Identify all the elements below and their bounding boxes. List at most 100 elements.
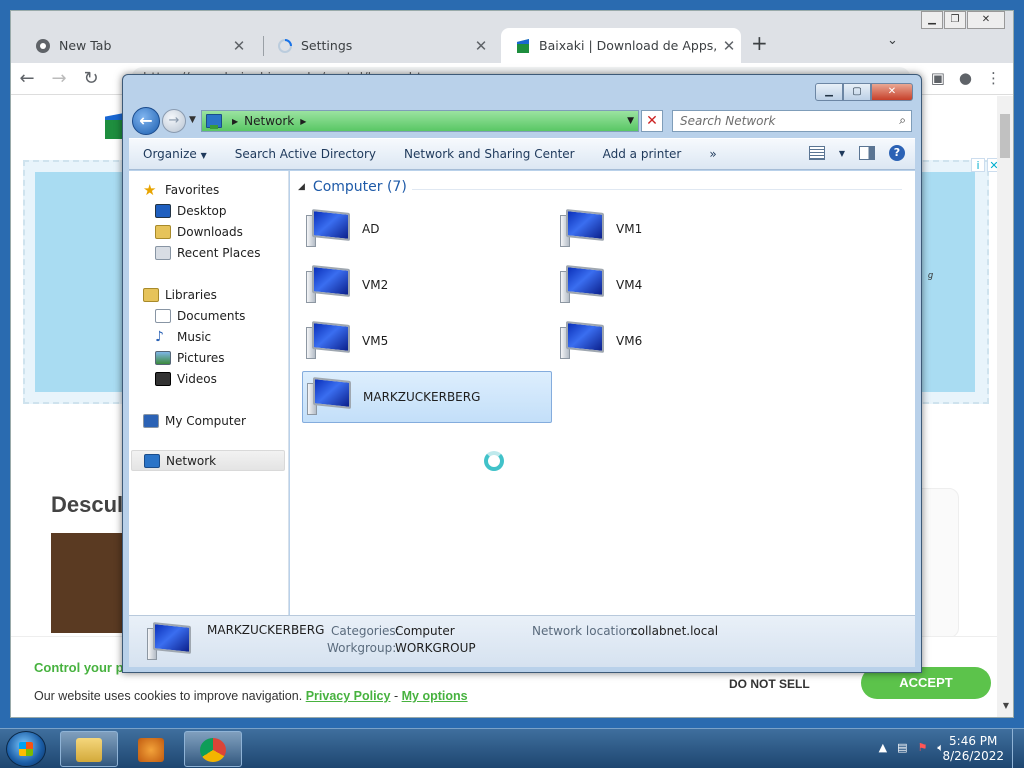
computer-icon (560, 265, 608, 305)
organize-button[interactable]: Organize ▼ (129, 147, 221, 161)
group-header-computer[interactable]: ◢ Computer (7) (298, 179, 407, 195)
nav-desktop[interactable]: Desktop (155, 204, 227, 218)
tab-close-icon[interactable]: ✕ (471, 37, 491, 55)
add-printer-button[interactable]: Add a printer (589, 147, 696, 161)
clock-date: 8/26/2022 (942, 749, 1004, 763)
taskbar-media-player[interactable] (122, 731, 180, 767)
computer-icon (306, 321, 354, 361)
breadcrumb-arrow-icon[interactable]: ▶ (300, 117, 306, 126)
my-options-link[interactable]: My options (402, 689, 468, 703)
stop-button[interactable]: ✕ (641, 110, 663, 132)
nav-pictures[interactable]: Pictures (155, 351, 225, 365)
taskbar-explorer[interactable] (60, 731, 118, 767)
tab-baixaki[interactable]: Baixaki | Download de Apps, Prog ✕ (501, 28, 741, 63)
folder-icon (76, 738, 102, 762)
new-tab-button[interactable]: + (751, 31, 768, 55)
change-view-icon[interactable] (808, 146, 825, 160)
computer-icon (147, 622, 195, 662)
forward-button[interactable]: → (162, 109, 186, 133)
action-center-flag-icon[interactable]: ⚑ (918, 741, 928, 755)
do-not-sell-button[interactable]: DO NOT SELL (729, 677, 810, 691)
computer-name: VM4 (616, 278, 643, 292)
nav-label: Network (166, 453, 217, 468)
search-active-directory-button[interactable]: Search Active Directory (221, 147, 390, 161)
nav-favorites[interactable]: ★ Favorites (143, 183, 219, 198)
search-placeholder: Search Network (680, 114, 776, 128)
tab-close-icon[interactable]: ✕ (719, 37, 739, 55)
search-icon[interactable]: ⌕ (899, 113, 906, 128)
computer-item[interactable]: VM6 (556, 315, 806, 367)
tab-settings[interactable]: Settings ✕ (263, 28, 499, 63)
nav-label: Downloads (177, 225, 243, 239)
address-bar[interactable]: ▶ Network ▶ ▼ (201, 110, 639, 132)
scrollbar-thumb[interactable] (1000, 114, 1010, 158)
computer-item[interactable]: VM4 (556, 259, 806, 311)
computer-icon (306, 209, 354, 249)
computer-item[interactable]: VM5 (302, 315, 552, 367)
minimize-button[interactable]: ▁ (921, 11, 943, 29)
computer-icon (560, 209, 608, 249)
computer-item-selected[interactable]: MARKZUCKERBERG (302, 371, 552, 423)
organize-label: Organize (143, 147, 197, 161)
nav-music[interactable]: ♪ Music (155, 330, 211, 344)
maximize-button[interactable]: ▢ (843, 83, 871, 101)
taskbar-chrome[interactable] (184, 731, 242, 767)
privacy-policy-link[interactable]: Privacy Policy (306, 689, 391, 703)
ad-info-icon[interactable]: i (971, 158, 985, 172)
show-desktop-button[interactable] (1012, 729, 1024, 768)
nav-label: Videos (177, 372, 217, 386)
computer-icon (560, 321, 608, 361)
back-arrow-icon[interactable]: ← (11, 68, 43, 89)
network-icon (206, 114, 222, 129)
breadcrumb-network[interactable]: Network (244, 114, 294, 128)
loading-spinner-icon (278, 38, 292, 53)
nav-downloads[interactable]: Downloads (155, 225, 243, 239)
view-chevron-icon[interactable]: ▼ (839, 149, 845, 158)
toolbar-icons: ▣ ● ⋮ (931, 69, 1001, 87)
scroll-down-arrow-icon[interactable]: ▼ (1003, 701, 1009, 710)
restore-button[interactable]: ❐ (944, 11, 966, 29)
network-tray-icon[interactable]: ▤ (897, 741, 907, 755)
network-sharing-center-button[interactable]: Network and Sharing Center (390, 147, 589, 161)
computer-name: VM6 (616, 334, 643, 348)
nav-network[interactable]: Network (131, 450, 285, 471)
chevron-down-icon: ▼ (200, 151, 207, 160)
close-button[interactable]: ✕ (871, 83, 913, 101)
page-scrollbar[interactable] (997, 96, 1013, 717)
computer-item[interactable]: VM2 (302, 259, 552, 311)
nav-videos[interactable]: Videos (155, 372, 217, 386)
show-hidden-icons-icon[interactable]: ▲ (879, 741, 887, 755)
address-dropdown-icon[interactable]: ▼ (627, 116, 634, 126)
workgroup-label: Workgroup: (327, 641, 397, 655)
help-icon[interactable]: ? (889, 145, 905, 161)
nav-documents[interactable]: Documents (155, 309, 245, 323)
menu-icon[interactable]: ⋮ (986, 69, 1001, 87)
nav-libraries[interactable]: Libraries (143, 288, 217, 302)
nav-recent-places[interactable]: Recent Places (155, 246, 260, 260)
start-button[interactable] (6, 731, 46, 767)
tab-new-tab[interactable]: New Tab ✕ (21, 28, 261, 63)
back-button[interactable]: ← (132, 107, 160, 135)
computer-item[interactable]: AD (302, 203, 552, 255)
computer-item[interactable]: VM1 (556, 203, 806, 255)
reload-icon[interactable]: ↻ (75, 68, 107, 89)
recent-pages-chevron-icon[interactable]: ▼ (189, 115, 196, 125)
profile-icon[interactable]: ● (959, 69, 972, 87)
collapse-triangle-icon[interactable]: ◢ (298, 182, 305, 192)
videos-icon (155, 372, 171, 386)
more-commands-button[interactable]: » (695, 147, 730, 161)
breadcrumb-arrow-icon[interactable]: ▶ (232, 117, 238, 126)
tab-search-chevron-icon[interactable]: ⌄ (887, 33, 898, 48)
minimize-button[interactable]: ▁ (815, 83, 843, 101)
close-button[interactable]: ✕ (967, 11, 1005, 29)
preview-pane-icon[interactable] (859, 146, 875, 160)
workgroup-value: WORKGROUP (395, 641, 476, 655)
clock[interactable]: 5:46 PM 8/26/2022 (942, 734, 1004, 764)
forward-arrow-icon[interactable]: → (43, 68, 75, 89)
pictures-icon (155, 351, 171, 365)
nav-my-computer[interactable]: My Computer (143, 414, 246, 428)
tab-close-icon[interactable]: ✕ (229, 37, 249, 55)
search-input[interactable]: Search Network ⌕ (672, 110, 912, 132)
extensions-icon[interactable]: ▣ (931, 69, 945, 87)
group-divider (412, 189, 902, 190)
